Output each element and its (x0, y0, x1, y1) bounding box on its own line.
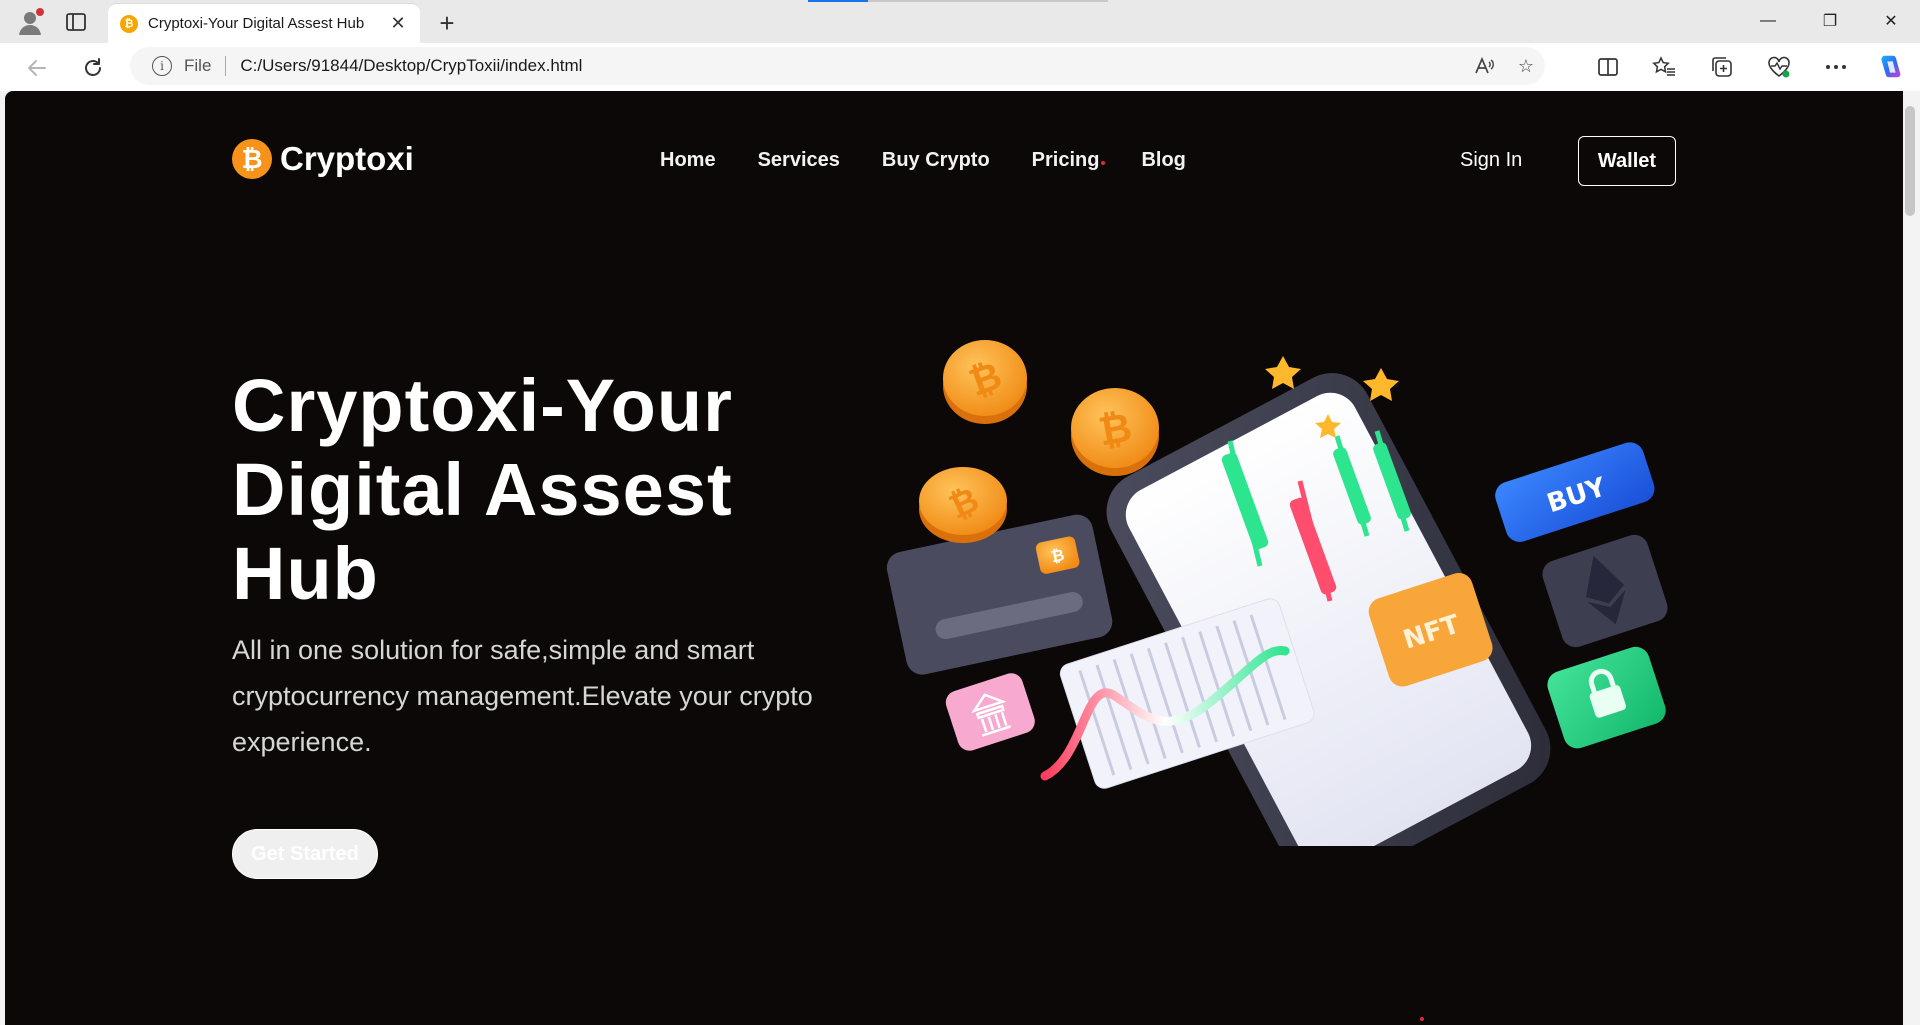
more-icon[interactable] (1822, 53, 1850, 81)
logo-text: Cryptoxi (280, 140, 414, 177)
tab-actions-icon[interactable] (64, 10, 88, 34)
close-window-button[interactable]: ✕ (1876, 8, 1906, 34)
nav-buy-crypto[interactable]: Buy Crypto (882, 149, 990, 172)
favorites-icon[interactable] (1650, 53, 1678, 81)
collections-icon[interactable] (1708, 53, 1736, 81)
tab-indicator (868, 0, 1108, 2)
browser-toolbar: i File C:/Users/91844/Desktop/CrypToxii/… (0, 43, 1920, 91)
profile-notification-dot (36, 8, 44, 16)
bitcoin-coin-graphic: ₿ (1071, 388, 1159, 476)
credit-card-graphic: ₿ (886, 514, 1113, 675)
address-url[interactable]: C:/Users/91844/Desktop/CrypToxii/index.h… (240, 56, 582, 76)
bitcoin-favicon-icon: ₿ (120, 14, 138, 33)
site-logo[interactable]: ₿ Cryptoxi (232, 139, 414, 179)
browser-tabstrip: ₿ Cryptoxi-Your Digital Assest Hub ✕ + —… (0, 0, 1920, 43)
split-screen-icon[interactable] (1594, 53, 1622, 81)
scrollbar-thumb[interactable] (1905, 106, 1915, 216)
minimize-button[interactable]: — (1753, 8, 1783, 34)
tab-active[interactable]: ₿ Cryptoxi-Your Digital Assest Hub ✕ (108, 4, 420, 43)
browser-essentials-icon[interactable] (1765, 53, 1793, 81)
nav-pricing[interactable]: Pricing (1031, 149, 1106, 172)
nav-services[interactable]: Services (758, 149, 840, 172)
ethereum-tile-graphic (1542, 534, 1668, 648)
lock-tile-graphic (1547, 646, 1666, 749)
hero-title: Cryptoxi-Your Digital Assest Hub (232, 364, 733, 615)
wallet-button[interactable]: Wallet (1578, 136, 1676, 186)
bitcoin-logo-icon: ₿ (232, 139, 272, 179)
crypto-phone-illustration: ₿ ₿ ₿ ₿ BUY NFT (886, 340, 1668, 846)
tab-indicator (808, 0, 868, 2)
bank-tile-graphic (945, 673, 1035, 751)
restore-button[interactable]: ❐ (1815, 8, 1845, 34)
address-bar[interactable]: i File C:/Users/91844/Desktop/CrypToxii/… (130, 47, 1545, 85)
bitcoin-coin-graphic: ₿ (943, 340, 1027, 424)
buy-tile-graphic: BUY (1495, 442, 1655, 542)
decorative-dot (1420, 1017, 1424, 1021)
nav-pricing-label: Pricing (1031, 149, 1100, 171)
profile-avatar-icon[interactable] (14, 6, 46, 38)
new-tab-button[interactable]: + (432, 8, 462, 38)
back-arrow-icon[interactable] (22, 53, 52, 83)
nav-home[interactable]: Home (660, 149, 716, 172)
main-nav: Home Services Buy Crypto Pricing Blog (660, 149, 1228, 172)
read-aloud-icon[interactable] (1473, 55, 1495, 77)
hero-subtitle: All in one solution for safe,simple and … (232, 635, 813, 757)
copilot-icon[interactable] (1876, 53, 1904, 81)
nav-pricing-dot (1101, 161, 1106, 165)
bitcoin-coin-graphic: ₿ (919, 467, 1007, 543)
get-started-button[interactable]: Get Started (232, 829, 378, 879)
address-separator (225, 56, 227, 76)
favorite-star-icon[interactable]: ☆ (1515, 55, 1537, 77)
address-scheme: File (184, 56, 212, 75)
page-viewport: ₿ Cryptoxi Home Services Buy Crypto Pric… (5, 91, 1903, 1025)
refresh-icon[interactable] (78, 53, 108, 83)
site-info-icon[interactable]: i (152, 56, 172, 76)
tab-close-icon[interactable]: ✕ (388, 13, 408, 34)
page-scrollbar[interactable] (1903, 91, 1920, 1025)
tab-title: Cryptoxi-Your Digital Assest Hub (148, 15, 365, 32)
nav-blog[interactable]: Blog (1141, 149, 1185, 172)
sign-in-link[interactable]: Sign In (1460, 149, 1522, 172)
